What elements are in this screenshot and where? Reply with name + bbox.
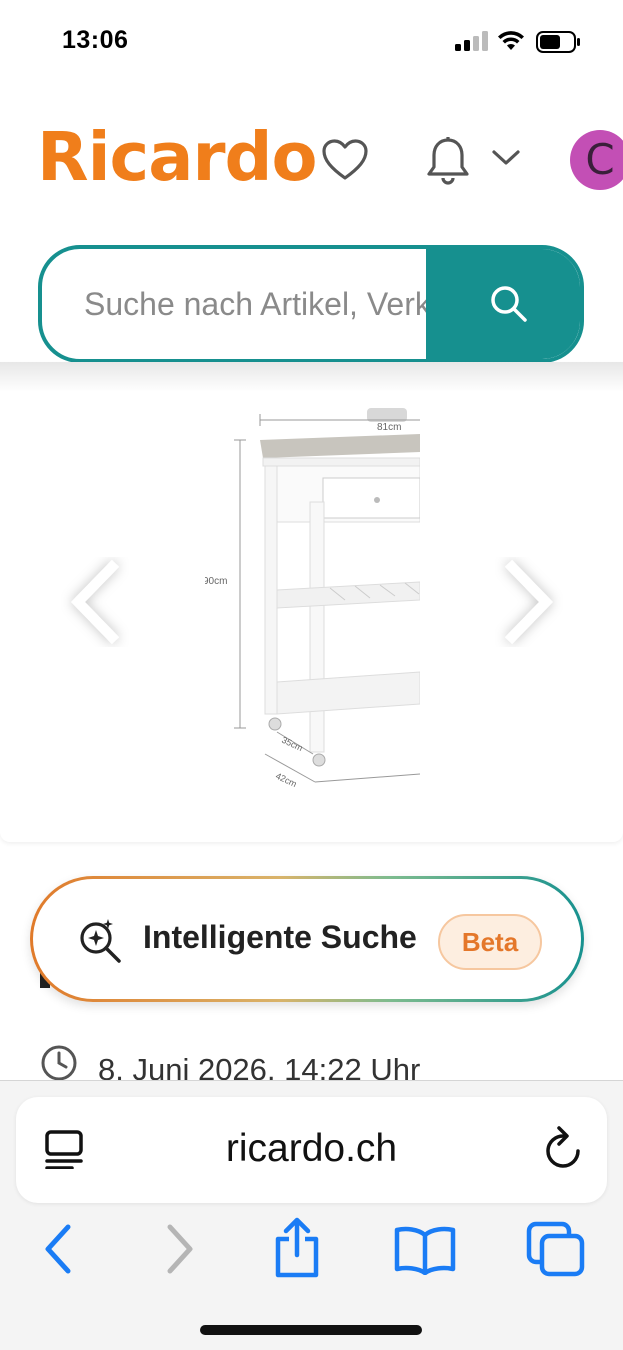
image-carousel[interactable]: 81cm 90cm 35cm 42cm	[0, 362, 623, 842]
intelligent-search-button[interactable]: Intelligente Suche Beta	[30, 876, 584, 1002]
search-bar	[38, 245, 584, 363]
user-avatar[interactable]: C	[570, 130, 623, 190]
search-icon	[491, 286, 527, 322]
heart-icon[interactable]	[321, 138, 369, 182]
forward-icon[interactable]	[160, 1221, 200, 1277]
search-button[interactable]	[426, 249, 580, 359]
beta-badge: Beta	[438, 914, 542, 970]
url-text[interactable]: ricardo.ch	[16, 1127, 607, 1171]
battery-icon	[536, 31, 580, 53]
clock-icon	[41, 1045, 77, 1081]
side-dimension-label: 42cm	[274, 771, 298, 789]
address-bar[interactable]: ricardo.ch	[16, 1097, 607, 1203]
bookmarks-icon[interactable]	[394, 1225, 456, 1275]
home-indicator	[200, 1325, 422, 1335]
next-image-arrow-icon[interactable]	[488, 557, 568, 647]
cellular-signal-icon	[455, 31, 488, 51]
status-bar: 13:06	[0, 0, 623, 80]
height-dimension-label: 90cm	[205, 576, 227, 587]
bell-icon[interactable]	[426, 136, 470, 186]
back-icon[interactable]	[38, 1221, 78, 1277]
wifi-icon	[498, 31, 524, 50]
chevron-down-icon[interactable]	[491, 148, 521, 168]
sparkle-search-icon	[80, 919, 121, 963]
reload-icon[interactable]	[542, 1125, 584, 1171]
browser-toolbar: ricardo.ch	[0, 1080, 623, 1350]
search-input[interactable]	[42, 249, 426, 359]
ricardo-logo[interactable]: Ricardo	[37, 118, 318, 196]
intelligent-search-label: Intelligente Suche	[143, 919, 417, 955]
tabs-icon[interactable]	[526, 1221, 588, 1279]
product-image[interactable]: 81cm 90cm 35cm 42cm	[205, 382, 420, 802]
status-time: 13:06	[62, 26, 129, 54]
depth-dimension-label: 35cm	[280, 735, 304, 753]
previous-image-arrow-icon[interactable]	[56, 557, 136, 647]
width-dimension-label: 81cm	[377, 422, 401, 433]
share-icon[interactable]	[272, 1217, 322, 1279]
